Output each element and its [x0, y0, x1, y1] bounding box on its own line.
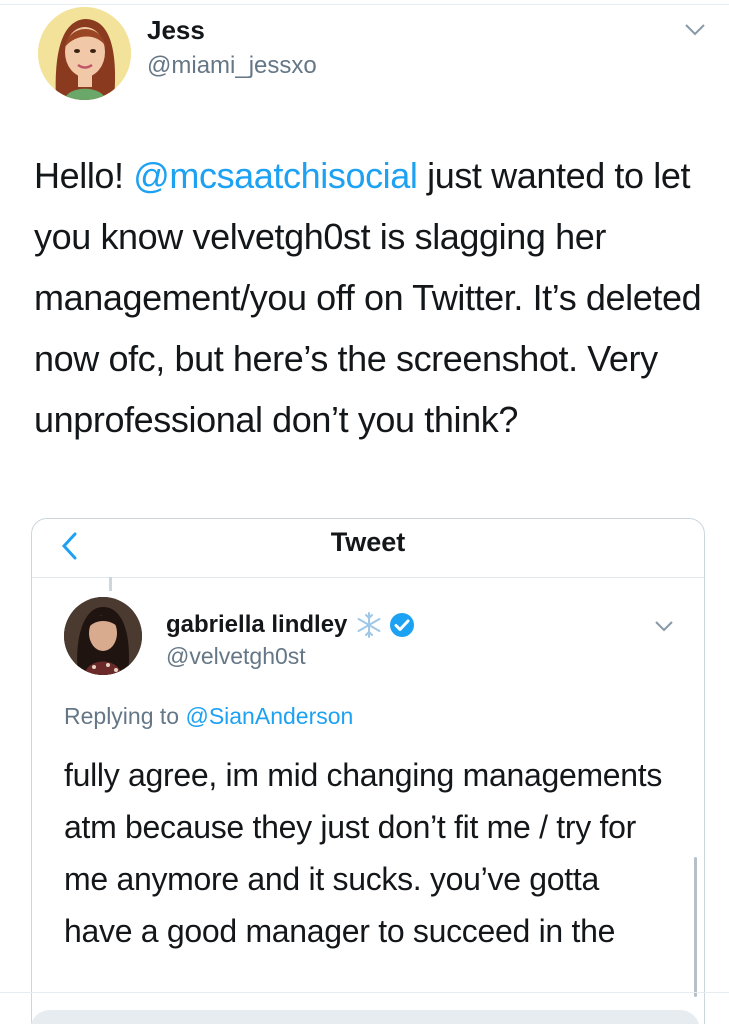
reply-input[interactable]	[30, 1010, 700, 1024]
chevron-down-icon[interactable]	[684, 23, 706, 37]
embedded-name-row: gabriella lindley	[166, 611, 415, 639]
tweet-text-start: Hello!	[34, 155, 134, 196]
embedded-author-avatar[interactable]	[64, 597, 142, 675]
embedded-header: Tweet	[32, 519, 704, 578]
embedded-author-name[interactable]: gabriella lindley	[166, 611, 347, 639]
embedded-screenshot[interactable]: Tweet gabriella lindley @velvetgh0st Rep…	[31, 518, 705, 1024]
replying-prefix: Replying to	[64, 703, 186, 729]
chevron-down-icon[interactable]	[654, 619, 674, 632]
author-avatar[interactable]	[38, 7, 131, 100]
bottom-divider	[0, 992, 729, 993]
snowflake-icon	[355, 611, 383, 639]
top-divider	[0, 4, 729, 5]
mention-link[interactable]: @mcsaatchisocial	[133, 155, 418, 196]
embedded-tweet-text: fully agree, im mid changing managements…	[64, 757, 663, 949]
thread-line	[109, 577, 112, 591]
verified-badge-icon	[389, 612, 415, 638]
tweet-text: Hello! @mcsaatchisocial just wanted to l…	[34, 145, 704, 450]
embedded-title: Tweet	[330, 527, 406, 557]
author-name[interactable]: Jess	[147, 15, 205, 46]
replying-handle-link[interactable]: @SianAnderson	[185, 703, 353, 729]
author-handle[interactable]: @miami_jessxo	[147, 52, 317, 80]
tweet-text-rest: just wanted to let you know velvetgh0st …	[34, 155, 702, 440]
scrollbar[interactable]	[694, 857, 697, 997]
embedded-author-handle[interactable]: @velvetgh0st	[166, 643, 306, 670]
replying-to: Replying to @SianAnderson	[64, 703, 353, 730]
tweet-page: Jess @miami_jessxo Hello! @mcsaatchisoci…	[0, 0, 729, 1024]
